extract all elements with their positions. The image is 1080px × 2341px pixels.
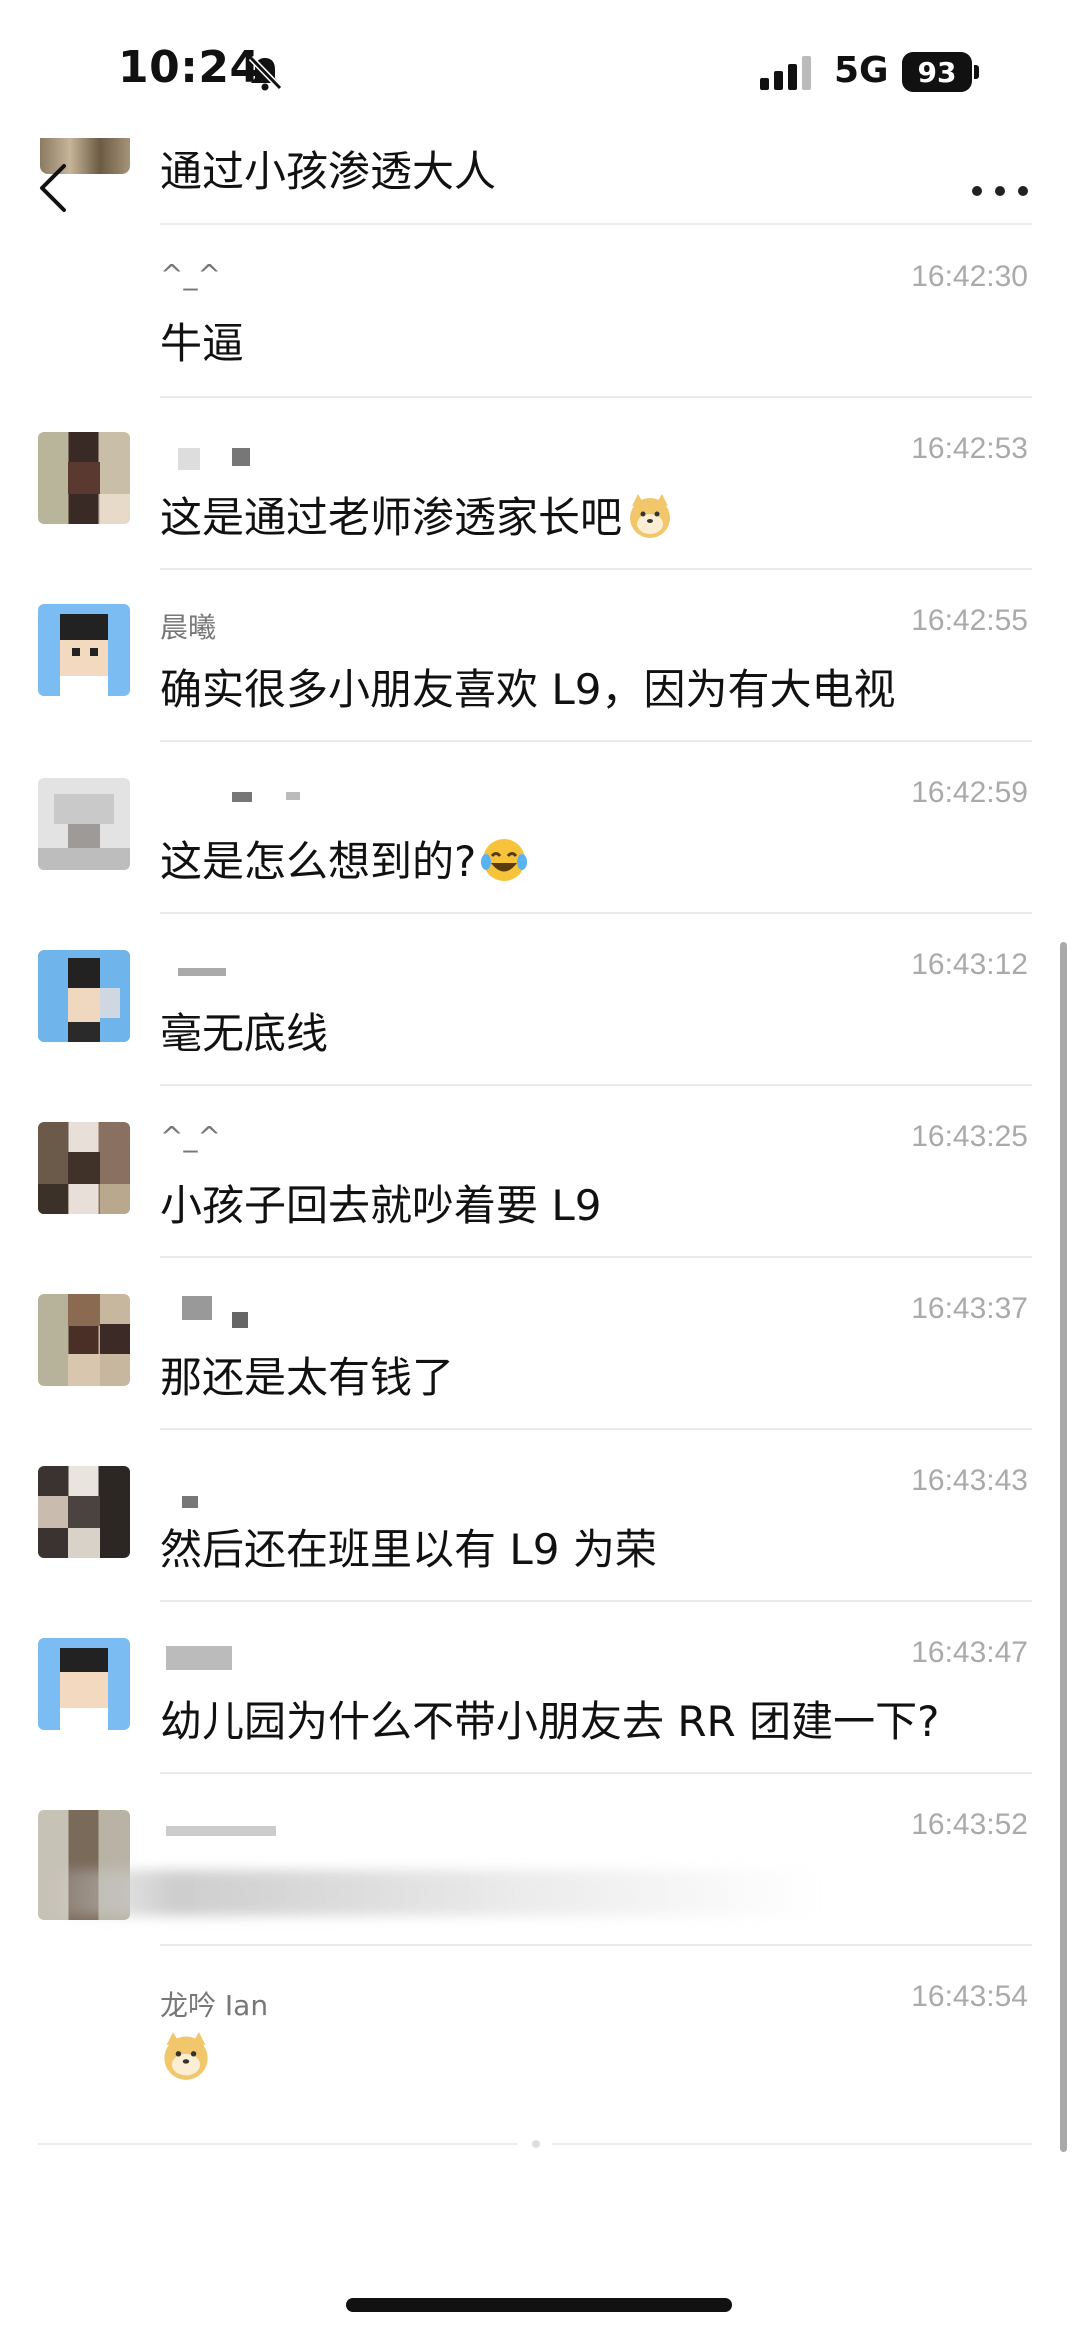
avatar[interactable] <box>38 950 130 1042</box>
message-divider <box>160 912 1032 914</box>
message-divider <box>160 1428 1032 1430</box>
avatar[interactable] <box>38 1466 130 1558</box>
message-divider <box>160 1084 1032 1086</box>
status-bar: 10:24 5G 93 <box>0 0 1080 120</box>
avatar[interactable] <box>38 1294 130 1386</box>
message-divider <box>160 223 1032 225</box>
message-divider <box>160 1600 1032 1602</box>
message-time: 16:43:52 <box>911 1808 1028 1841</box>
home-indicator[interactable] <box>346 2298 732 2312</box>
message-divider <box>160 1944 1032 1946</box>
message-time: 16:43:54 <box>911 1980 1028 2013</box>
dot-icon <box>1018 186 1028 196</box>
message-divider <box>160 1256 1032 1258</box>
message-time: 16:42:53 <box>911 432 1028 465</box>
doge-emoji-icon <box>630 494 671 538</box>
network-label: 5G <box>834 50 889 91</box>
message-time: 16:42:55 <box>911 604 1028 637</box>
sender-name: ^_^ <box>160 1120 221 1153</box>
message-time: 16:43:25 <box>911 1120 1028 1153</box>
signal-icon <box>760 56 811 90</box>
message-divider <box>160 740 1032 742</box>
message-text[interactable]: 确实很多小朋友喜欢 L9，因为有大电视 <box>160 656 895 717</box>
doge-emoji-icon[interactable] <box>160 2030 212 2082</box>
avatar[interactable] <box>38 778 130 870</box>
blurred-message <box>60 1870 820 1916</box>
message-text[interactable]: 小孩子回去就吵着要 L9 <box>160 1172 601 1233</box>
avatar[interactable] <box>38 432 130 524</box>
message-time: 16:43:43 <box>911 1464 1028 1497</box>
battery-level: 93 <box>902 52 972 92</box>
avatar[interactable] <box>38 1122 130 1214</box>
scrollbar[interactable] <box>1060 942 1067 2152</box>
redacted-name-block <box>232 1312 248 1328</box>
message-time: 16:42:30 <box>911 260 1028 293</box>
message-text[interactable]: 那还是太有钱了 <box>160 1344 454 1405</box>
battery-icon: 93 <box>902 52 980 92</box>
message-text[interactable]: 然后还在班里以有 L9 为荣 <box>160 1516 657 1577</box>
redacted-name-block <box>232 448 250 466</box>
sender-name: 龙吟 Ian <box>160 1989 269 2022</box>
more-options-button[interactable] <box>972 184 1028 198</box>
sender-name: ^_^ <box>160 258 221 291</box>
bell-muted-icon <box>248 55 283 91</box>
redacted-name-block <box>286 792 300 800</box>
laughing-tears-emoji-icon <box>481 839 528 881</box>
message-text[interactable]: 幼儿园为什么不带小朋友去 RR 团建一下? <box>160 1688 939 1749</box>
message-time: 16:43:47 <box>911 1636 1028 1669</box>
message-text[interactable]: 这是通过老师渗透家长吧 <box>160 484 674 545</box>
message-divider <box>160 396 1032 398</box>
dot-icon <box>972 186 982 196</box>
message-text-content: 这是怎么想到的? <box>160 837 477 886</box>
redacted-name-block <box>178 968 226 976</box>
chat-title: 通过小孩渗透大人 <box>160 147 497 196</box>
redacted-name-block <box>166 1646 232 1670</box>
sender-name: 晨曦 <box>160 611 217 644</box>
message-text[interactable]: 这是怎么想到的? <box>160 828 528 889</box>
status-time: 10:24 <box>118 42 261 93</box>
back-chevron-icon[interactable] <box>34 160 74 216</box>
redacted-name-block <box>232 792 252 802</box>
end-divider-dot <box>532 2140 540 2148</box>
end-divider <box>38 2143 518 2145</box>
message-divider <box>160 568 1032 570</box>
message-time: 16:43:12 <box>911 948 1028 981</box>
message-divider <box>160 1772 1032 1774</box>
redacted-name-block <box>178 448 200 470</box>
dot-icon <box>995 186 1005 196</box>
redacted-name-block <box>182 1496 198 1508</box>
message-text-content: 这是通过老师渗透家长吧 <box>160 493 623 542</box>
message-time: 16:42:59 <box>911 776 1028 809</box>
avatar[interactable] <box>38 1638 130 1730</box>
message-time: 16:43:37 <box>911 1292 1028 1325</box>
avatar[interactable] <box>38 604 130 696</box>
message-text[interactable]: 毫无底线 <box>160 1000 328 1061</box>
redacted-name-block <box>166 1826 276 1836</box>
redacted-name-block <box>182 1296 212 1320</box>
message-text[interactable]: 牛逼 <box>160 310 244 371</box>
end-divider <box>552 2143 1032 2145</box>
